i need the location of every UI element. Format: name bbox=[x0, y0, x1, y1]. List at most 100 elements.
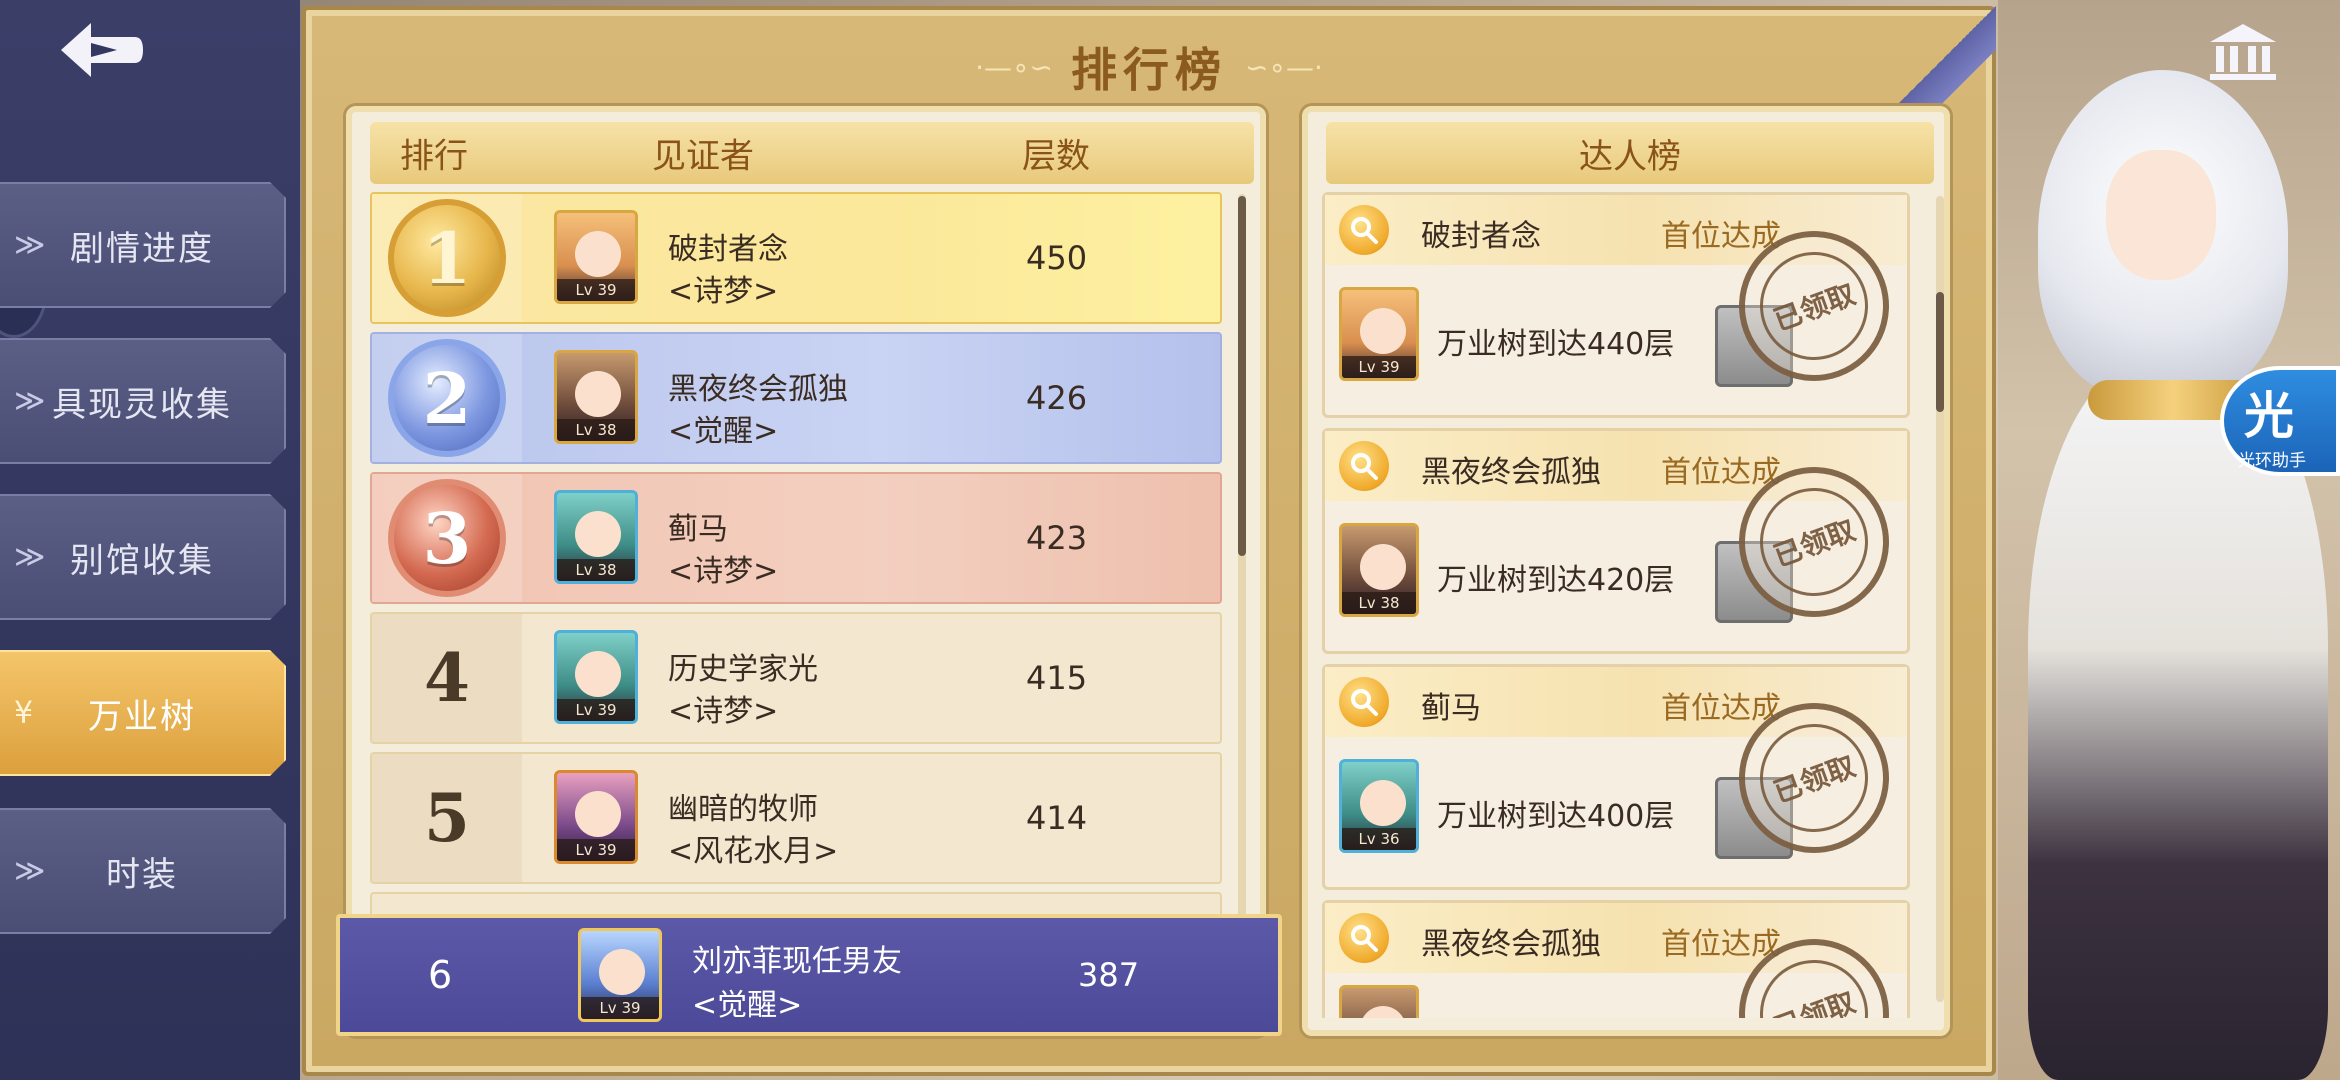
rank-cell: 3 bbox=[372, 474, 522, 602]
expert-card[interactable]: 黑夜终会孤独 首位达成 Lv 38 万业树到达420层 已领取 bbox=[1322, 428, 1911, 654]
achievement-text: 万业树到达440层 bbox=[1437, 327, 1675, 362]
rank-number: 1 bbox=[422, 216, 472, 300]
avatar-face bbox=[575, 651, 621, 697]
character-illustration bbox=[1998, 0, 2340, 1080]
nav-fashion[interactable]: ≫ 时装 bbox=[0, 808, 286, 934]
nav-label: 万业树 bbox=[88, 696, 196, 737]
player-level: Lv 38 bbox=[557, 559, 635, 581]
my-rank-number: 6 bbox=[428, 953, 453, 997]
ranking-row[interactable]: 5 Lv 39 幽暗的牧师 <风花水月> 414 bbox=[370, 752, 1222, 884]
avatar-face bbox=[1360, 780, 1406, 826]
expert-frame: 达人榜 破封者念 首位达成 Lv 39 万业树到达440层 已领取 黑夜终会孤独… bbox=[1302, 106, 1950, 1036]
expert-avatar[interactable]: Lv 36 bbox=[1339, 759, 1419, 853]
double-chevron-icon: ≫ bbox=[14, 227, 48, 263]
player-avatar[interactable]: Lv 38 bbox=[554, 490, 638, 584]
player-floors: 450 bbox=[1026, 239, 1088, 277]
player-avatar[interactable]: Lv 39 bbox=[554, 770, 638, 864]
double-chevron-icon: ≫ bbox=[14, 539, 48, 575]
player-guild-tag: <诗梦> bbox=[668, 694, 779, 729]
expert-name: 黑夜终会孤独 bbox=[1421, 927, 1601, 962]
player-name: 破封者念 bbox=[668, 232, 788, 267]
nav-spirit-collection[interactable]: ≫ 具现灵收集 bbox=[0, 338, 286, 464]
title-ornament-right: ∽∘—· bbox=[1245, 50, 1323, 84]
player-floors: 423 bbox=[1026, 519, 1088, 557]
nav-label: 别馆收集 bbox=[70, 540, 214, 581]
expert-card[interactable]: 黑夜终会孤独 首位达成 已领取 bbox=[1322, 900, 1911, 1018]
player-level: Lv 39 bbox=[557, 699, 635, 721]
gold-medal-icon: 1 bbox=[388, 199, 506, 317]
expert-scrollbar-thumb[interactable] bbox=[1936, 292, 1944, 412]
back-button[interactable] bbox=[52, 12, 152, 88]
magnifier-icon bbox=[1339, 913, 1389, 963]
avatar-face bbox=[575, 791, 621, 837]
first-achieved-label: 首位达成 bbox=[1661, 219, 1781, 254]
avatar-face bbox=[575, 231, 621, 277]
expert-card[interactable]: 破封者念 首位达成 Lv 39 万业树到达440层 已领取 bbox=[1322, 192, 1911, 418]
double-chevron-icon: ≫ bbox=[14, 383, 48, 419]
achievement-text: 万业树到达400层 bbox=[1437, 799, 1675, 834]
player-avatar[interactable]: Lv 39 bbox=[554, 210, 638, 304]
ranking-scrollbar-thumb[interactable] bbox=[1238, 196, 1246, 556]
expert-card[interactable]: 蓟马 首位达成 Lv 36 万业树到达400层 已领取 bbox=[1322, 664, 1911, 890]
rank-number: 4 bbox=[424, 639, 470, 717]
back-arrow-icon bbox=[61, 23, 143, 77]
expert-header: 达人榜 bbox=[1326, 122, 1934, 184]
leaderboard-panel: ·—∘∽ 排行榜 ∽∘—· 排行 见证者 层数 1 Lv 39 破封者念 <诗梦… bbox=[302, 6, 1996, 1076]
player-avatar[interactable]: Lv 38 bbox=[554, 350, 638, 444]
aura-helper-badge[interactable]: 光 光环助手 bbox=[2220, 366, 2340, 476]
ranking-frame: 排行 见证者 层数 1 Lv 39 破封者念 <诗梦> 450 2 Lv 38 … bbox=[346, 106, 1266, 1036]
nav-label: 剧情进度 bbox=[70, 228, 214, 269]
player-guild-tag: <诗梦> bbox=[668, 274, 779, 309]
expert-avatar[interactable]: Lv 38 bbox=[1339, 523, 1419, 617]
stamp-label: 已领取 bbox=[1744, 944, 1884, 1018]
player-level: Lv 39 bbox=[557, 279, 635, 301]
expert-name: 黑夜终会孤独 bbox=[1421, 455, 1601, 490]
bronze-medal-icon: 3 bbox=[388, 479, 506, 597]
player-avatar[interactable]: Lv 39 bbox=[554, 630, 638, 724]
player-guild-tag: <风花水月> bbox=[668, 834, 839, 869]
avatar-face bbox=[575, 371, 621, 417]
expert-avatar[interactable]: Lv 39 bbox=[1339, 287, 1419, 381]
player-guild-tag: <诗梦> bbox=[668, 554, 779, 589]
avatar-face bbox=[1360, 308, 1406, 354]
museum-icon bbox=[2210, 24, 2276, 80]
player-floors: 426 bbox=[1026, 379, 1088, 417]
ranking-list[interactable]: 1 Lv 39 破封者念 <诗梦> 450 2 Lv 38 黑夜终会孤独 <觉醒… bbox=[370, 192, 1232, 992]
header-floors: 层数 bbox=[1022, 136, 1090, 177]
rank-cell: 2 bbox=[372, 334, 522, 462]
helper-badge-label: 光环助手 bbox=[2238, 451, 2306, 471]
nav-story-progress[interactable]: ≫ 剧情进度 bbox=[0, 182, 286, 308]
rank-cell: 5 bbox=[372, 754, 522, 882]
expert-list[interactable]: 破封者念 首位达成 Lv 39 万业树到达440层 已领取 黑夜终会孤独 首位达… bbox=[1322, 192, 1922, 1018]
my-player-guild-tag: <觉醒> bbox=[692, 988, 803, 1023]
expert-name: 蓟马 bbox=[1421, 691, 1481, 726]
nav-annex-collection[interactable]: ≫ 别馆收集 bbox=[0, 494, 286, 620]
my-player-name: 刘亦菲现任男友 bbox=[692, 944, 902, 979]
player-name: 黑夜终会孤独 bbox=[668, 372, 848, 407]
rank-cell: 4 bbox=[372, 614, 522, 742]
player-level: Lv 38 bbox=[557, 419, 635, 441]
rank-cell: 1 bbox=[372, 194, 522, 322]
silver-medal-icon: 2 bbox=[388, 339, 506, 457]
museum-button[interactable] bbox=[2198, 14, 2288, 90]
expert-avatar[interactable] bbox=[1339, 985, 1419, 1018]
avatar-face bbox=[1360, 544, 1406, 590]
nav-karma-tree[interactable]: ¥ 万业树 bbox=[0, 650, 286, 776]
my-avatar[interactable]: Lv 39 bbox=[578, 928, 662, 1022]
ranking-row[interactable]: 2 Lv 38 黑夜终会孤独 <觉醒> 426 bbox=[370, 332, 1222, 464]
nav-label: 具现灵收集 bbox=[52, 384, 232, 425]
player-guild-tag: <觉醒> bbox=[668, 414, 779, 449]
ranking-row[interactable]: 1 Lv 39 破封者念 <诗梦> 450 bbox=[370, 192, 1222, 324]
rank-number: 5 bbox=[424, 779, 470, 857]
nav-label: 时装 bbox=[106, 854, 178, 895]
magnifier-icon bbox=[1339, 677, 1389, 727]
player-floors: 414 bbox=[1026, 799, 1088, 837]
player-level: Lv 39 bbox=[557, 839, 635, 861]
ranking-header: 排行 见证者 层数 bbox=[370, 122, 1254, 184]
ranking-row[interactable]: 3 Lv 38 蓟马 <诗梦> 423 bbox=[370, 472, 1222, 604]
ranking-row[interactable]: 4 Lv 39 历史学家光 <诗梦> 415 bbox=[370, 612, 1222, 744]
stamp-label: 已领取 bbox=[1744, 708, 1884, 848]
stamp-label: 已领取 bbox=[1744, 472, 1884, 612]
my-rank-bar[interactable]: 6 Lv 39 刘亦菲现任男友 <觉醒> 387 bbox=[336, 914, 1282, 1036]
player-name: 幽暗的牧师 bbox=[668, 792, 818, 827]
